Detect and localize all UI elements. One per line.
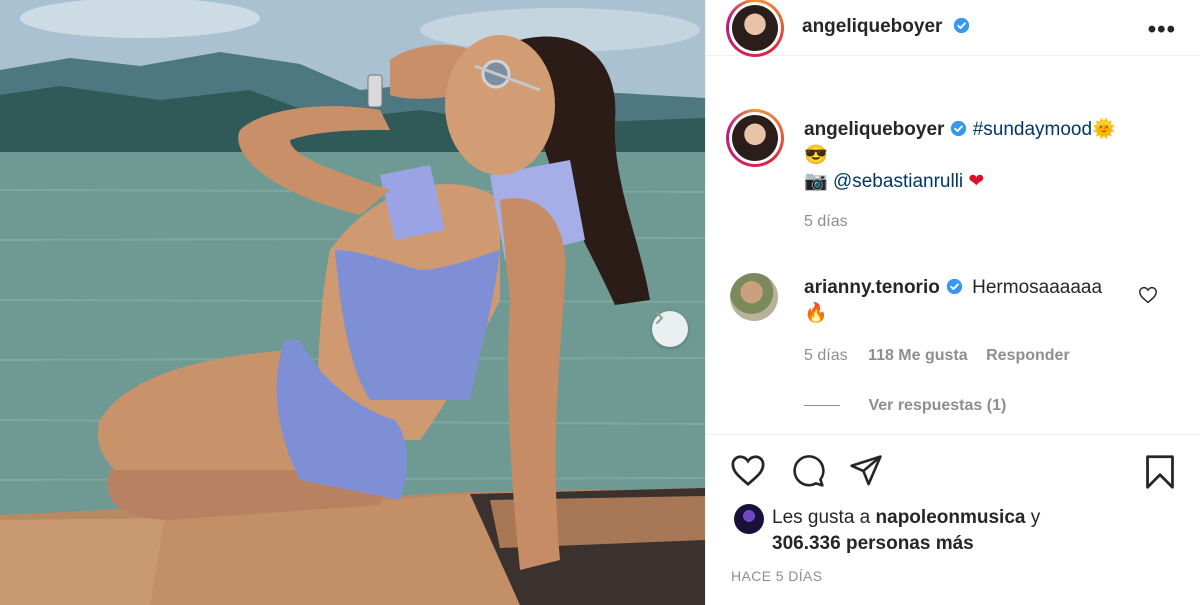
comment: arianny.tenorio Hermosaaaaaa 🔥 5 días 11… xyxy=(804,275,1134,365)
caption-avatar[interactable] xyxy=(726,109,784,167)
comment-icon[interactable] xyxy=(790,454,826,488)
reply-button[interactable]: Responder xyxy=(986,347,1070,364)
caption-time[interactable]: 5 días xyxy=(804,213,1184,231)
sunglasses-emoji: 😎 xyxy=(804,145,828,166)
comment-time[interactable]: 5 días xyxy=(804,347,848,364)
fire-emoji: 🔥 xyxy=(804,303,828,324)
hashtag-link[interactable]: #sundaymood xyxy=(973,119,1092,140)
heart-icon[interactable] xyxy=(730,454,766,487)
chevron-right-icon xyxy=(655,311,664,325)
post-time-ago[interactable]: HACE 5 DÍAS xyxy=(731,568,823,584)
commenter-username[interactable]: arianny.tenorio xyxy=(804,277,940,298)
post-sidebar: angeliqueboyer ••• angeliqueboyer #sunda… xyxy=(705,0,1200,605)
likes-prefix: Les gusta a xyxy=(772,507,871,528)
verified-icon xyxy=(953,17,970,34)
verified-icon xyxy=(946,278,962,295)
sun-emoji: 🌞 xyxy=(1092,119,1116,140)
author-username[interactable]: angeliqueboyer xyxy=(802,16,942,37)
more-options-button[interactable]: ••• xyxy=(1148,16,1176,44)
likes-summary: Les gusta a napoleonmusica y 306.336 per… xyxy=(772,505,1040,557)
view-replies[interactable]: Ver respuestas (1) xyxy=(804,397,1006,415)
liker-avatar[interactable] xyxy=(734,504,764,534)
next-photo-button[interactable] xyxy=(652,311,688,347)
comment-likes[interactable]: 118 Me gusta xyxy=(868,347,968,364)
caption-username[interactable]: angeliqueboyer xyxy=(804,119,944,140)
comments-section: angeliqueboyer #sundaymood🌞 😎 📷 @sebasti… xyxy=(706,81,1200,435)
camera-emoji: 📷 xyxy=(804,171,828,192)
caption: angeliqueboyer #sundaymood🌞 😎 📷 @sebasti… xyxy=(804,117,1184,231)
liker-username[interactable]: napoleonmusica xyxy=(876,507,1026,528)
author-avatar[interactable] xyxy=(726,0,784,57)
commenter-avatar[interactable] xyxy=(730,273,778,321)
comment-text: Hermosaaaaaa xyxy=(972,277,1103,298)
likes-count[interactable]: 306.336 personas más xyxy=(772,533,974,554)
mention-link[interactable]: @sebastianrulli xyxy=(833,171,963,192)
post-photo[interactable] xyxy=(0,0,705,605)
post-actions xyxy=(706,448,1200,498)
share-icon[interactable] xyxy=(848,454,884,488)
verified-icon xyxy=(951,120,967,137)
heart-emoji: ❤ xyxy=(968,171,985,192)
post-header: angeliqueboyer ••• xyxy=(706,0,1200,57)
beach-photo-illustration xyxy=(0,0,705,605)
comment-like-heart-icon[interactable] xyxy=(1138,286,1158,304)
view-replies-label[interactable]: Ver respuestas (1) xyxy=(868,397,1006,414)
likes-conj: y xyxy=(1030,507,1041,528)
bookmark-icon[interactable] xyxy=(1144,454,1176,490)
